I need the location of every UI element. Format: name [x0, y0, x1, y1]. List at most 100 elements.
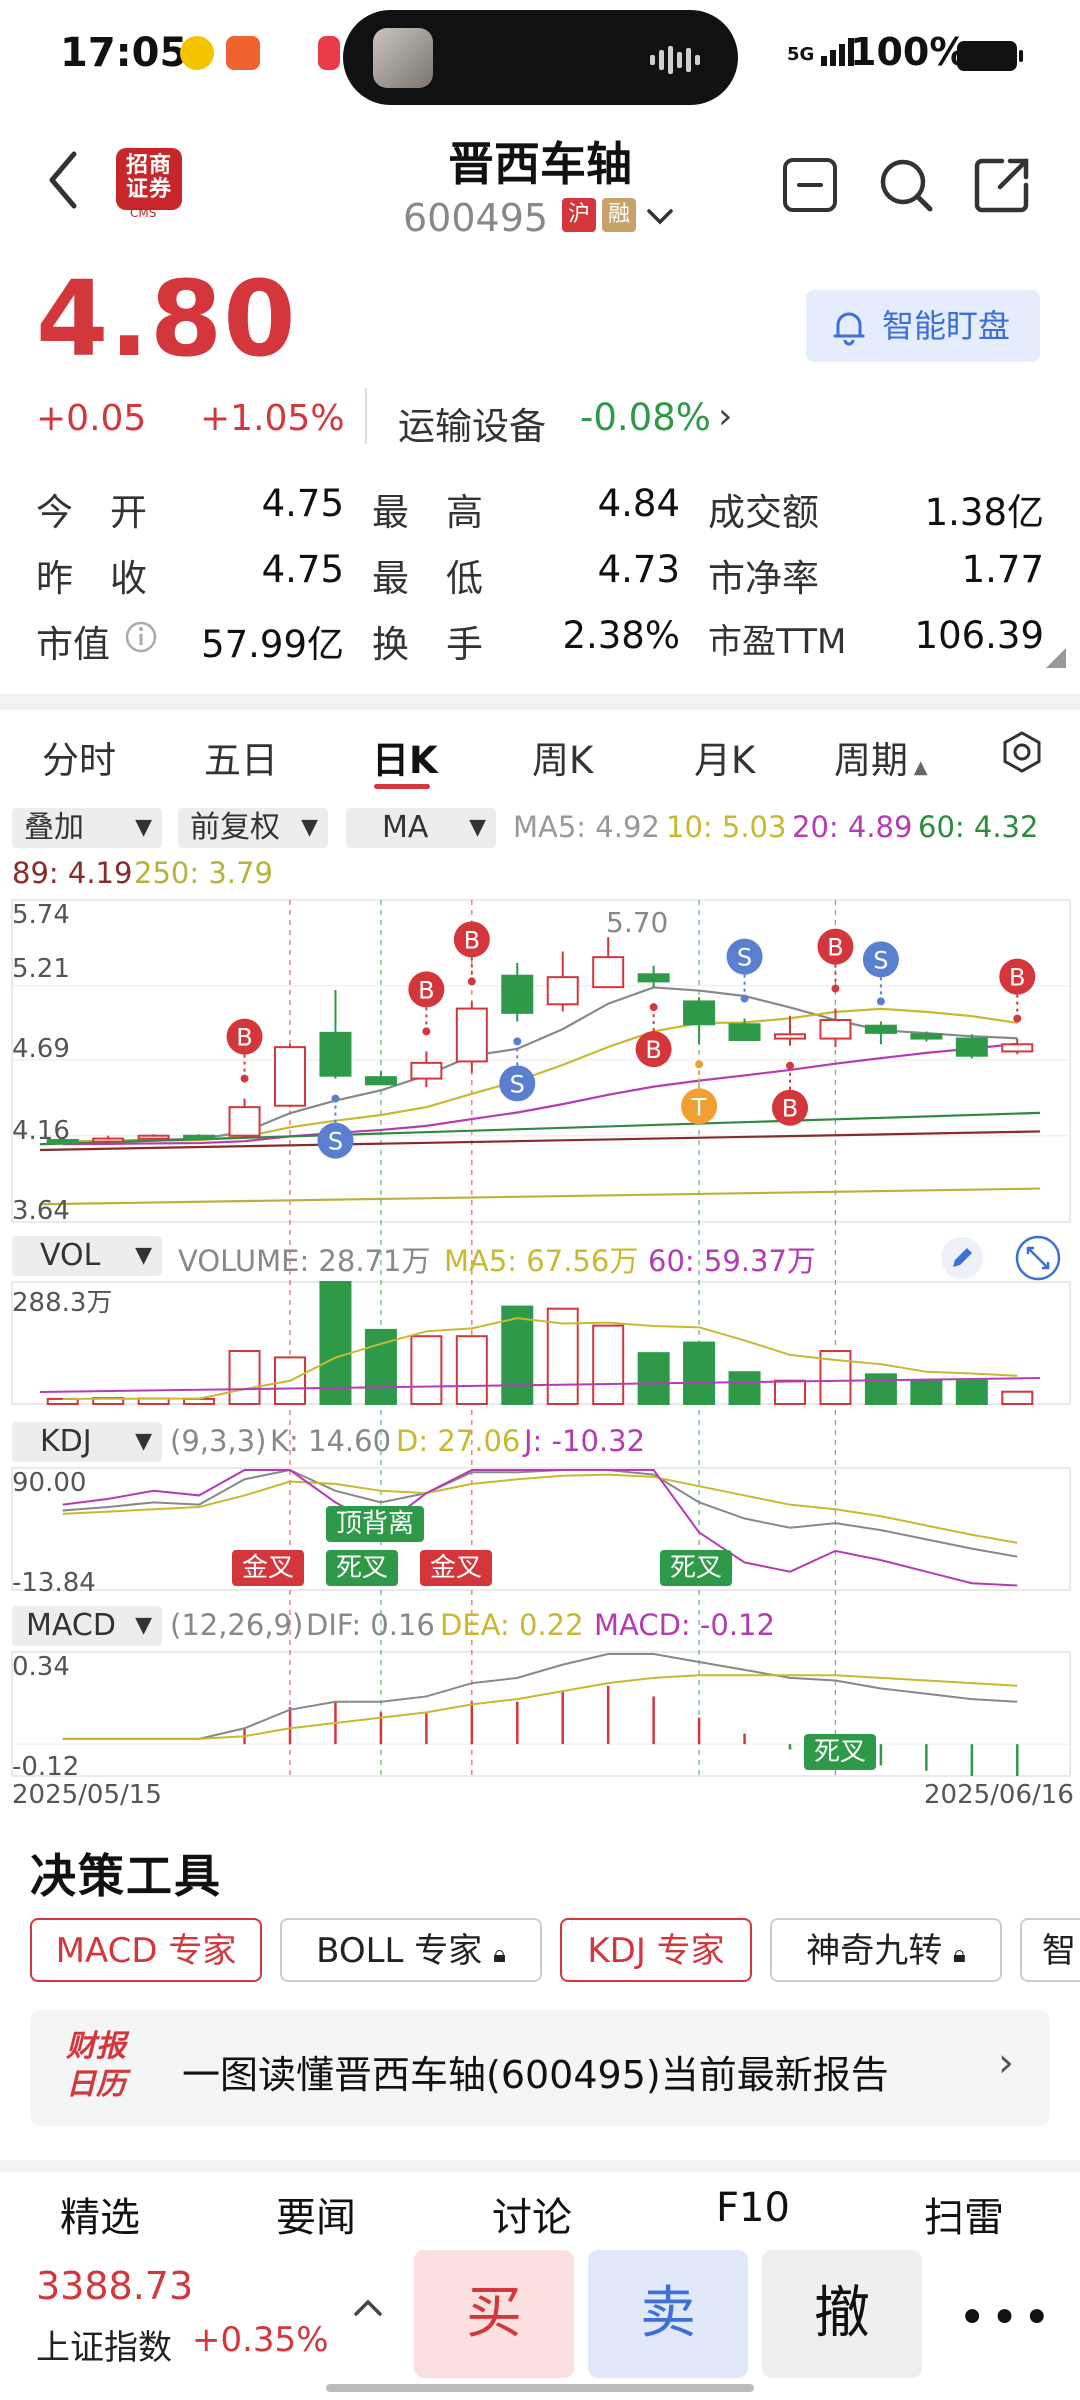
ma250-line	[39, 1187, 1041, 1206]
dynamic-island[interactable]	[343, 10, 738, 105]
signal-letter: S	[328, 1128, 343, 1156]
bottom-tab-risk-scan[interactable]: 扫雷	[924, 2185, 1004, 2243]
kdj-j-line	[62, 1469, 1018, 1587]
bottom-tab-news[interactable]: 要闻	[276, 2185, 356, 2243]
minimize-icon[interactable]	[780, 155, 840, 215]
bottom-tab-selected[interactable]: 精选	[60, 2185, 140, 2243]
volume-bar	[410, 1335, 443, 1405]
edit-icon[interactable]	[940, 1236, 984, 1280]
ma-select[interactable]: MA ▼	[346, 808, 496, 848]
macd-dea-line	[62, 1674, 1018, 1740]
volume-bar	[592, 1324, 625, 1406]
magic-nine-label: 神奇九转	[806, 1931, 943, 1971]
back-button[interactable]	[40, 140, 90, 220]
candle-body	[501, 974, 534, 1014]
y-tick-label: 4.69	[12, 1034, 70, 1064]
kdj-d-line	[62, 1473, 1018, 1544]
vol-select[interactable]: VOL ▼	[12, 1236, 162, 1276]
sector-change[interactable]: -0.08%	[580, 396, 711, 439]
index-name[interactable]: 上证指数	[36, 2320, 172, 2369]
overlay-select[interactable]: 叠加 ▼	[12, 808, 162, 848]
volume-legend: VOLUME: 28.71万	[178, 1244, 431, 1278]
death-cross-tag: 死叉	[660, 1550, 733, 1586]
tab-day-k[interactable]: 日K	[372, 730, 438, 784]
chevron-down-icon[interactable]	[646, 206, 674, 228]
macd-select[interactable]: MACD ▼	[12, 1606, 162, 1646]
kdj-select[interactable]: KDJ ▼	[12, 1422, 162, 1462]
tab-week-k[interactable]: 周K	[532, 730, 593, 784]
kline-chart[interactable]: B S B B S B T S B B S B	[0, 890, 1080, 1810]
notification-app-icon	[226, 36, 260, 70]
report-card[interactable]: 财报日历 一图读懂晋西车轴(600495)当前最新报告 ›	[30, 2010, 1050, 2126]
volume-bar	[319, 1281, 352, 1405]
panel-frame	[11, 1467, 1071, 1591]
kdj-expert-button[interactable]: KDJ 专家	[560, 1918, 752, 1982]
adjust-select[interactable]: 前复权 ▼	[178, 808, 328, 848]
fullscreen-icon[interactable]	[1014, 1234, 1062, 1282]
vol-ma60-legend: 60: 59.37万	[648, 1244, 816, 1278]
media-artwork	[373, 28, 433, 88]
pb-value: 1.77	[961, 548, 1044, 591]
more-tool-button[interactable]: 智	[1020, 1918, 1080, 1982]
search-icon[interactable]	[876, 155, 936, 215]
golden-cross-tag: 金叉	[232, 1550, 305, 1586]
volume-bar	[637, 1352, 670, 1405]
stock-name: 晋西车轴	[448, 137, 632, 191]
sell-button[interactable]: 卖	[588, 2250, 748, 2378]
macd-value-legend: MACD: -0.12	[594, 1608, 775, 1642]
active-tab-indicator	[374, 784, 430, 789]
index-change[interactable]: +0.35%	[192, 2320, 329, 2360]
boll-expert-label: BOLL 专家	[316, 1931, 483, 1971]
x-end-date: 2025/06/16	[924, 1780, 1074, 1810]
macd-dif-legend: DIF: 0.16	[306, 1608, 435, 1642]
signal-letter: B	[645, 1036, 661, 1064]
bottom-tab-f10[interactable]: F10	[716, 2185, 790, 2231]
tag-shanghai: 沪	[562, 198, 596, 232]
magic-nine-button[interactable]: 神奇九转 🔒︎	[770, 1918, 1002, 1982]
macd-dea-legend: DEA: 0.22	[440, 1608, 584, 1642]
section-separator	[0, 2160, 1080, 2172]
tab-intraday[interactable]: 分时	[42, 730, 116, 784]
signal-dot	[240, 1074, 249, 1083]
volume-bar	[910, 1379, 943, 1406]
stock-code[interactable]: 600495	[403, 196, 548, 240]
bottom-tab-discussion[interactable]: 讨论	[492, 2185, 572, 2243]
lock-icon: 🔒︎	[953, 1940, 966, 1968]
info-icon[interactable]	[124, 620, 158, 654]
macd-y-bottom: -0.12	[12, 1752, 80, 1782]
macd-expert-button[interactable]: MACD 专家	[30, 1918, 262, 1982]
tab-five-day[interactable]: 五日	[204, 730, 278, 784]
chevron-up-icon[interactable]	[350, 2290, 386, 2326]
candle-body	[774, 1033, 806, 1040]
signal-dot	[695, 1060, 704, 1069]
low-label: 最 低	[372, 557, 483, 600]
candle-body	[819, 1019, 852, 1040]
section-separator	[0, 694, 1080, 710]
candle-body	[637, 973, 670, 983]
sector-name[interactable]: 运输设备	[398, 396, 546, 450]
boll-expert-button[interactable]: BOLL 专家 🔒︎	[280, 1918, 542, 1982]
signal-dot	[786, 1061, 794, 1070]
tab-month-k[interactable]: 月K	[694, 730, 755, 784]
more-icon[interactable]: •••	[958, 2290, 1055, 2346]
settings-icon[interactable]	[1000, 730, 1044, 774]
kdj-k-legend: K: 14.60	[270, 1424, 392, 1458]
expand-corner-icon[interactable]	[1046, 648, 1066, 668]
tab-period[interactable]: 周期 ▲	[834, 730, 928, 784]
volume-bar	[728, 1371, 761, 1405]
chevron-right-icon[interactable]: ›	[718, 396, 732, 437]
share-icon[interactable]	[972, 155, 1032, 215]
index-value[interactable]: 3388.73	[36, 2264, 193, 2308]
signal-dot	[831, 984, 840, 993]
smart-watch-label: 智能盯盘	[882, 307, 1011, 345]
signal-dot	[649, 1003, 658, 1012]
cancel-order-button[interactable]: 撤	[762, 2250, 922, 2378]
divider	[365, 388, 367, 444]
candle-body	[546, 976, 579, 1006]
kdj-d-legend: D: 27.06	[396, 1424, 521, 1458]
candle-body	[728, 1023, 761, 1042]
amount-value: 1.38亿	[924, 491, 1044, 534]
buy-button[interactable]: 买	[414, 2250, 574, 2378]
tab-period-label: 周期	[834, 739, 908, 782]
smart-watch-button[interactable]: 智能盯盘	[806, 290, 1040, 362]
